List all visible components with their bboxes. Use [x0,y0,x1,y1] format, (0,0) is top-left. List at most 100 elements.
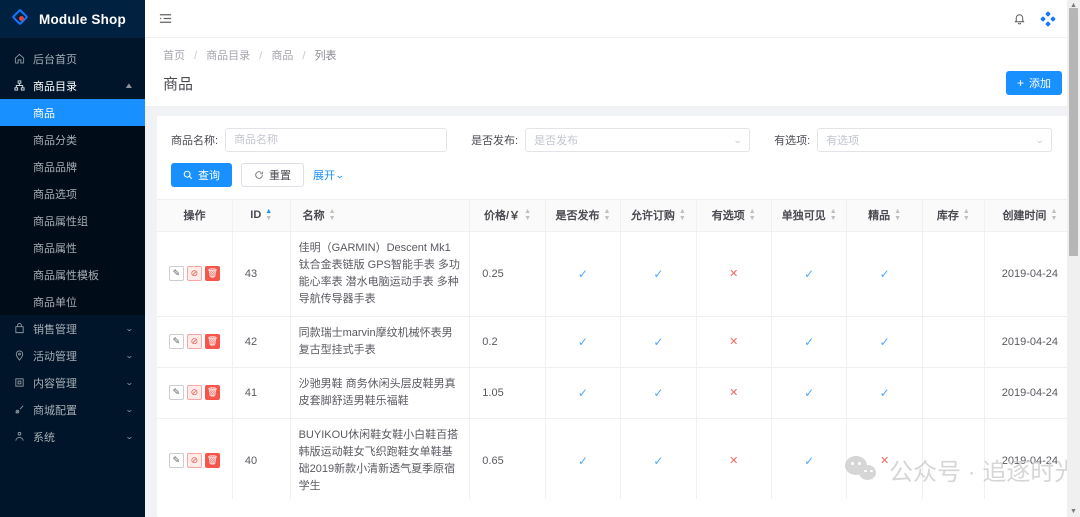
sidebar-item-goods-category[interactable]: 商品分类 [0,126,145,153]
sort-icon[interactable]: ▲ ▼ [894,208,901,222]
col-name[interactable]: 名称 ▲ ▼ [290,200,471,232]
sidebar-item-goods-attr-template[interactable]: 商品属性模板 [0,261,145,288]
expand-filters-link[interactable]: 展开 ⌄ [313,167,344,183]
col-option[interactable]: 有选项 ▲ ▼ [696,200,772,232]
sidebar-item-goods-brand[interactable]: 商品品牌 [0,153,145,180]
table-row[interactable]: ✎ ⊘ 🗑 40 BUYIKOU休闲鞋女鞋小白鞋百搭韩版运动鞋女飞织跑鞋女单鞋基础201… [157,418,1068,499]
cell-visible: ✓ [771,367,848,419]
sidebar-item-content[interactable]: 内容管理 ⌄ [0,369,145,396]
sidebar-item-shop-config[interactable]: 商城配置 ⌄ [0,396,145,423]
col-visible[interactable]: 单独可见 ▲ ▼ [771,200,848,232]
disable-button[interactable]: ⊘ [186,334,202,350]
check-icon: ✓ [879,334,890,349]
edit-button[interactable]: ✎ [168,385,184,401]
edit-button[interactable]: ✎ [168,334,184,350]
cell-boutique: ✓ [846,367,923,419]
sidebar-item-catalog[interactable]: 商品目录 ▲ [0,72,145,99]
search-button[interactable]: 查询 [171,163,232,187]
page-header: 首页 / 商品目录 / 商品 / 列表 商品 + 添加 [145,38,1080,107]
cell-id: 40 [232,418,291,499]
disable-button[interactable]: ⊘ [186,453,202,469]
sidebar-item-goods-unit[interactable]: 商品单位 [0,288,145,315]
filter-row: 商品名称: 是否发布: 是否发布 ⌄ [171,128,1054,152]
sidebar-item-goods-option[interactable]: 商品选项 [0,180,145,207]
breadcrumb-item-goods[interactable]: 商品 [271,50,293,62]
col-stock[interactable]: 库存 ▲ ▼ [922,200,985,232]
col-ops-label: 操作 [183,210,206,223]
table-row[interactable]: ✎ ⊘ 🗑 43 佳明（GARMIN）Descent Mk1钛合金表链版 GPS智能手表… [157,231,1068,317]
edit-button[interactable]: ✎ [168,453,184,469]
delete-button[interactable]: 🗑 [204,334,220,350]
cell-visible: ✓ [771,231,848,317]
sidebar-item-sales[interactable]: 销售管理 ⌄ [0,315,145,342]
row-action-group: ✎ ⊘ 🗑 [168,453,220,469]
sidebar-item-goods[interactable]: 商品 [0,99,145,126]
sidebar-item-sales-label: 销售管理 [33,323,77,336]
sidebar-item-dashboard[interactable]: 后台首页 [0,45,145,72]
cell-order: ✓ [620,367,697,419]
brand-title: Module Shop [39,11,126,27]
sort-icon[interactable]: ▲ ▼ [265,208,272,222]
sort-icon[interactable]: ▲ ▼ [679,208,686,222]
cell-visible: ✓ [771,418,848,499]
check-icon: ✓ [804,453,815,468]
published-select[interactable]: 是否发布 ⌄ [525,128,751,152]
filter-actions: 查询 重置 展开 ⌄ [171,163,1054,187]
goods-name-input[interactable] [225,128,448,152]
sort-icon[interactable]: ▲ ▼ [1050,208,1057,222]
col-boutique[interactable]: 精品 ▲ ▼ [846,200,923,232]
bell-icon[interactable] [1013,12,1026,25]
scrollbar-thumb[interactable] [1069,8,1078,256]
sort-icon[interactable]: ▲ ▼ [329,208,336,222]
home-icon [13,53,26,64]
page-scrollbar[interactable]: ▲ ▼ [1067,0,1080,517]
refresh-icon [254,170,264,180]
breadcrumb-item-catalog[interactable]: 商品目录 [206,50,250,62]
cell-order: ✓ [620,418,697,499]
sort-icon[interactable]: ▲ ▼ [830,208,837,222]
scroll-down-icon[interactable]: ▼ [1070,508,1077,515]
sidebar-item-goods-attr-group[interactable]: 商品属性组 [0,207,145,234]
has-option-select[interactable]: 有选项 ⌄ [817,128,1053,152]
cell-id: 43 [232,231,291,317]
col-order[interactable]: 允许订购 ▲ ▼ [620,200,697,232]
menu-fold-icon[interactable] [158,11,173,26]
sort-icon[interactable]: ▲ ▼ [749,208,756,222]
sidebar-item-goods-option-label: 商品选项 [33,188,77,201]
delete-button[interactable]: 🗑 [204,385,220,401]
sidebar-item-system[interactable]: 系统 ⌄ [0,423,145,450]
cell-stock [922,316,985,368]
cell-option: ✕ [696,418,772,499]
delete-button[interactable]: 🗑 [204,266,220,282]
sort-icon[interactable]: ▲ ▼ [524,208,531,222]
table-row[interactable]: ✎ ⊘ 🗑 41 沙驰男鞋 商务休闲头层皮鞋男真皮套脚舒适男鞋乐福鞋 1.05 ✓ ✓ ✕ ✓ ✓ 2… [157,367,1068,419]
table-row[interactable]: ✎ ⊘ 🗑 42 同款瑞士marvin摩纹机械怀表男复古型挂式手表 0.2 ✓ ✓ ✕ ✓ ✓ 201… [157,316,1068,368]
add-button[interactable]: + 添加 [1005,71,1062,95]
sidebar-item-goods-attr[interactable]: 商品属性 [0,234,145,261]
reset-button[interactable]: 重置 [241,163,304,187]
cell-stock [922,367,985,419]
delete-button[interactable]: 🗑 [204,453,220,469]
brand-logo[interactable]: Module Shop [0,0,145,38]
edit-button[interactable]: ✎ [168,266,184,282]
col-price[interactable]: 价格/￥ ▲ ▼ [469,200,546,232]
breadcrumb-item-home[interactable]: 首页 [163,50,185,62]
sidebar-item-catalog-label: 商品目录 [33,80,77,93]
sidebar-item-activity[interactable]: 活动管理 ⌄ [0,342,145,369]
cluster-icon[interactable] [1040,10,1056,27]
col-created[interactable]: 创建时间 ▲ ▼ [984,200,1068,232]
sidebar-menu: 后台首页 商品目录 ▲ 商品 商品分类 商品品牌 商品选项 商品属性组 商品属性… [0,38,145,450]
col-published[interactable]: 是否发布 ▲ ▼ [545,200,622,232]
sidebar-item-content-label: 内容管理 [33,377,77,390]
sort-icon[interactable]: ▲ ▼ [603,208,610,222]
disable-button[interactable]: ⊘ [186,385,202,401]
content-card: 商品名称: 是否发布: 是否发布 ⌄ [157,116,1068,517]
col-id[interactable]: ID ▲ ▼ [232,200,291,232]
table-scroll-container[interactable]: 操作 ID ▲ ▼ 名称 ▲ ▼ 价格/￥ ▲ ▼ 是否发布 ▲ ▼ 允许订购 ▲ ▼ 有选项 ▲ ▼ … [157,199,1068,499]
sort-icon[interactable]: ▲ ▼ [963,208,970,222]
disable-button[interactable]: ⊘ [186,266,202,282]
filter-field-has-option: 有选项: 有选项 ⌄ [774,128,1053,152]
check-icon: ✓ [653,334,664,349]
sidebar-item-shop-config-label: 商城配置 [33,404,77,417]
cell-created: 2019-04-24 [984,231,1068,317]
